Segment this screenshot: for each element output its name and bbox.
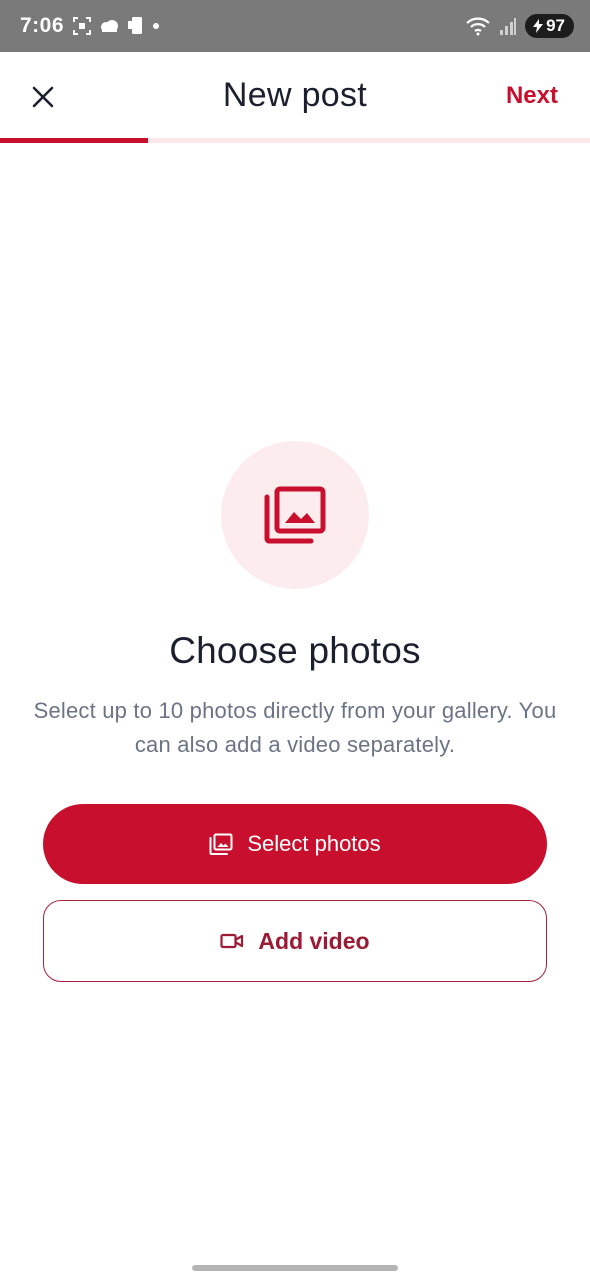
battery-level: 97 (546, 16, 565, 35)
progress-bar (0, 138, 590, 143)
signal-icon (500, 18, 517, 35)
page-title: New post (222, 76, 368, 114)
add-video-label: Add video (258, 927, 370, 954)
video-camera-icon (220, 933, 244, 949)
progress-fill (0, 138, 148, 143)
select-photos-button[interactable]: Select photos (43, 804, 547, 884)
notification-dot (153, 23, 159, 29)
content-title: Choose photos (169, 630, 421, 671)
content-description: Select up to 10 photos directly from you… (33, 698, 557, 757)
weather-icon (101, 20, 118, 32)
status-icons-right: 97 (465, 14, 574, 38)
battery-indicator: 97 (525, 14, 574, 38)
status-time: 7:06 (20, 14, 65, 37)
phone-icon (128, 17, 142, 34)
status-icons-left (73, 16, 159, 36)
home-indicator[interactable] (192, 1265, 398, 1271)
charging-icon (533, 19, 544, 33)
wifi-icon (466, 17, 490, 36)
screen: 7:06 97 New post Next Choose photos Sele… (0, 0, 590, 1280)
photo-icon-circle (221, 441, 369, 589)
header: New post Next (0, 52, 590, 140)
photo-library-icon (264, 486, 326, 544)
next-button[interactable]: Next (506, 82, 558, 110)
add-video-button[interactable]: Add video (43, 900, 547, 982)
status-bar: 7:06 97 (0, 0, 590, 52)
select-photos-label: Select photos (247, 831, 381, 856)
screenshot-icon (73, 17, 91, 35)
photo-library-icon (209, 833, 233, 855)
